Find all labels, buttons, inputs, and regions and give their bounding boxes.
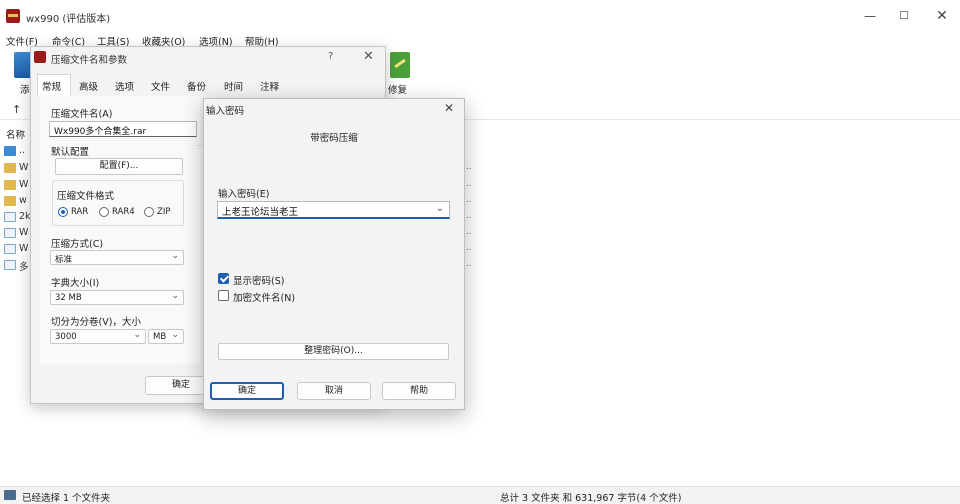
repair-icon[interactable] xyxy=(390,52,410,78)
archive-format-label: 压缩文件格式 xyxy=(57,191,115,202)
document-icon xyxy=(4,260,16,270)
document-icon xyxy=(4,212,16,222)
compression-method-value: 标准 xyxy=(55,255,73,265)
encrypt-file-names-label[interactable]: 加密文件名(N) xyxy=(233,290,295,304)
archive-name-input[interactable]: Wx990多个合集全.rar xyxy=(49,121,197,137)
tab-general[interactable]: 常规 xyxy=(42,79,61,93)
selection-icon xyxy=(4,490,16,500)
list-item[interactable]: w xyxy=(19,195,27,206)
password-help-button[interactable]: 帮助 xyxy=(382,382,456,400)
archive-format-group xyxy=(52,180,184,226)
up-arrow-icon[interactable]: ↑ xyxy=(12,103,21,116)
tab-time[interactable]: 时间 xyxy=(224,79,243,93)
format-rar4-label[interactable]: RAR4 xyxy=(112,207,135,217)
column-header-name[interactable]: 名称 xyxy=(6,127,25,141)
archive-dialog-title: 压缩文件名和参数 xyxy=(51,55,128,66)
chevron-down-icon[interactable]: ⌄ xyxy=(436,203,444,214)
show-password-checkbox[interactable] xyxy=(218,273,229,284)
compression-method-select[interactable]: 标准 ⌄ xyxy=(50,250,184,265)
drive-icon xyxy=(4,146,16,156)
format-rar-label[interactable]: RAR xyxy=(71,207,88,217)
list-item[interactable]: W xyxy=(19,162,28,173)
winrar-app-icon xyxy=(6,9,20,23)
volume-size-value: 3000 xyxy=(55,332,77,342)
split-volumes-label: 切分为分卷(V)，大小 xyxy=(51,317,141,328)
tab-options[interactable]: 选项 xyxy=(115,79,134,93)
organize-passwords-button[interactable]: 整理密码(O)... xyxy=(218,343,449,360)
profiles-button[interactable]: 配置(F)... xyxy=(55,158,183,175)
dictionary-size-value: 32 MB xyxy=(55,293,82,303)
volume-unit-value: MB xyxy=(153,332,167,342)
tab-files[interactable]: 文件 xyxy=(151,79,170,93)
archive-name-label: 压缩文件名(A) xyxy=(51,109,113,120)
list-item[interactable]: W xyxy=(19,227,28,238)
folder-icon xyxy=(4,196,16,206)
format-zip-label[interactable]: ZIP xyxy=(157,207,170,217)
folder-icon xyxy=(4,180,16,190)
chevron-down-icon: ⌄ xyxy=(133,330,141,340)
chevron-down-icon: ⌄ xyxy=(171,291,179,301)
format-zip-radio[interactable] xyxy=(144,207,154,217)
list-item[interactable]: .. xyxy=(19,145,25,156)
list-item[interactable]: 2k xyxy=(19,211,31,222)
tab-backup[interactable]: 备份 xyxy=(187,79,206,93)
add-tool-label[interactable]: 添 xyxy=(20,82,30,96)
dictionary-size-select[interactable]: 32 MB ⌄ xyxy=(50,290,184,305)
format-rar4-radio[interactable] xyxy=(99,207,109,217)
close-button[interactable]: ✕ xyxy=(934,8,950,24)
repair-tool-label[interactable]: 修复 xyxy=(388,82,407,96)
password-value: 上老王论坛当老王 xyxy=(222,207,299,218)
chevron-down-icon: ⌄ xyxy=(171,330,179,340)
dictionary-size-label: 字典大小(I) xyxy=(51,278,100,289)
show-password-label[interactable]: 显示密码(S) xyxy=(233,273,284,287)
winrar-dialog-icon xyxy=(34,51,46,63)
password-dialog-title: 输入密码 xyxy=(206,106,245,117)
list-item[interactable]: W xyxy=(19,243,28,254)
password-ok-button[interactable]: 确定 xyxy=(210,382,284,400)
archive-dialog-close-button[interactable]: ✕ xyxy=(363,49,374,64)
compression-method-label: 压缩方式(C) xyxy=(51,239,104,250)
enter-password-dialog xyxy=(203,98,465,410)
encrypt-file-names-checkbox[interactable] xyxy=(218,290,229,301)
tab-comment[interactable]: 注释 xyxy=(260,79,279,93)
title-bar xyxy=(0,0,960,32)
window-title: wx990 (评估版本) xyxy=(26,14,111,25)
format-rar-radio[interactable] xyxy=(58,207,68,217)
help-icon[interactable]: ? xyxy=(328,51,333,62)
default-profile-label: 默认配置 xyxy=(51,147,90,158)
status-bar xyxy=(0,486,960,504)
password-input[interactable]: 上老王论坛当老王 ⌄ xyxy=(217,201,450,219)
password-label: 输入密码(E) xyxy=(218,189,270,200)
folder-icon xyxy=(4,163,16,173)
password-dialog-heading: 带密码压缩 xyxy=(310,133,358,144)
volume-size-input[interactable]: 3000 ⌄ xyxy=(50,329,146,344)
list-item[interactable]: W xyxy=(19,179,28,190)
volume-unit-select[interactable]: MB ⌄ xyxy=(148,329,184,344)
maximize-button[interactable]: ☐ xyxy=(896,8,912,24)
tab-advanced[interactable]: 高级 xyxy=(79,79,98,93)
status-total-text: 总计 3 文件夹 和 631,967 字节(4 个文件) xyxy=(500,493,682,504)
chevron-down-icon: ⌄ xyxy=(171,251,179,261)
minimize-button[interactable]: — xyxy=(862,8,878,24)
document-icon xyxy=(4,228,16,238)
password-dialog-close-button[interactable]: ✕ xyxy=(444,101,454,115)
list-item[interactable]: 多 xyxy=(19,259,29,273)
password-cancel-button[interactable]: 取消 xyxy=(297,382,371,400)
status-selection-text: 已经选择 1 个文件夹 xyxy=(22,493,111,504)
document-icon xyxy=(4,244,16,254)
